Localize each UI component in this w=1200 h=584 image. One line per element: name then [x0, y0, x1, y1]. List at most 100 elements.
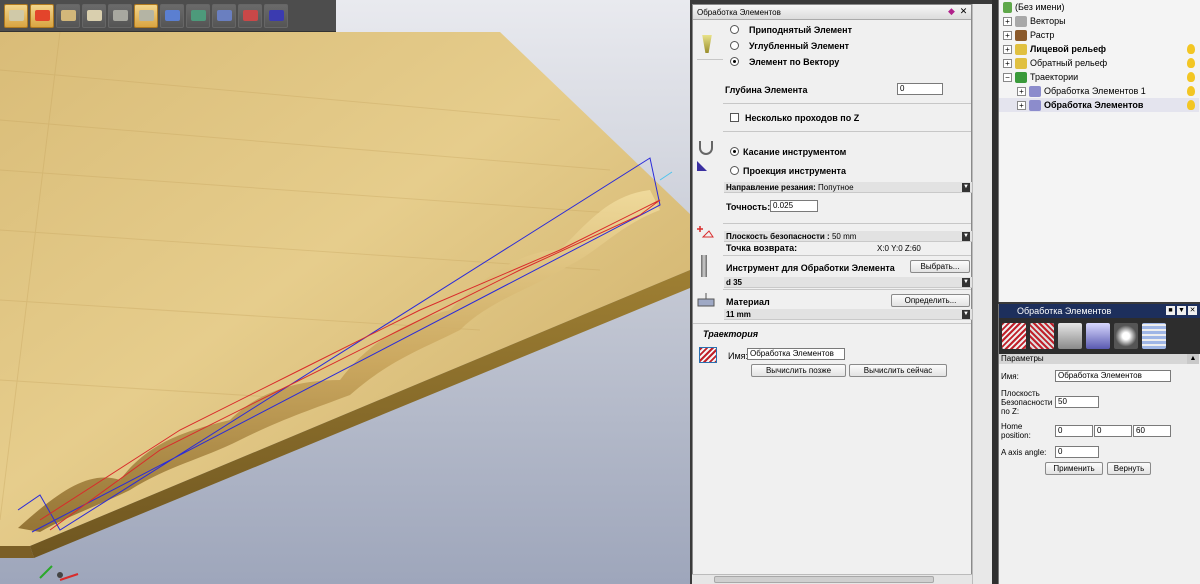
tree-item-label: Обработка Элементов 1 [1044, 86, 1146, 96]
safe-z-label-2: Безопасности [1001, 398, 1053, 407]
paint-brush-icon [164, 10, 180, 21]
define-material-button[interactable]: Определить... [891, 294, 970, 307]
rotary-icon[interactable] [1114, 323, 1138, 349]
machine-relief-icon[interactable] [1142, 323, 1166, 349]
select-tool-button[interactable]: Выбрать... [910, 260, 970, 273]
shaded-view-button[interactable] [212, 3, 236, 28]
calculate-later-button[interactable]: Вычислить позже [751, 364, 846, 377]
radio-raised[interactable] [730, 25, 739, 36]
color-view-button[interactable] [238, 3, 262, 28]
front-relief-icon [1015, 43, 1027, 55]
tool-projection-icon [697, 161, 707, 171]
apply-button[interactable]: Применить [1045, 462, 1103, 475]
bevel-button[interactable] [82, 3, 106, 28]
raster-icon [1015, 29, 1027, 41]
material-dropdown[interactable]: 11 mm ▼ [724, 309, 972, 320]
visibility-bulb-icon[interactable] [1187, 100, 1195, 110]
axis-angle-input[interactable]: 0 [1055, 446, 1099, 458]
chevron-up-icon[interactable]: ▲ [1187, 354, 1199, 364]
render-view-button[interactable] [264, 3, 288, 28]
safe-z-dropdown[interactable]: Плоскость безопасности : 50 mm ▼ [724, 231, 972, 242]
shaded-view-icon [216, 10, 232, 21]
cut-direction-dropdown[interactable]: Направление резания: Попутное ▼ [724, 182, 972, 193]
calculate-now-button[interactable]: Вычислить сейчас [849, 364, 947, 377]
transform-tool-button[interactable] [4, 3, 28, 28]
3d-viewport[interactable] [0, 0, 690, 584]
toolpath-name-input[interactable]: Обработка Элементов [747, 348, 845, 360]
params-safe-z-input[interactable]: 50 [1055, 396, 1099, 408]
home-y-input[interactable]: 0 [1094, 425, 1132, 437]
tree-item[interactable]: + Лицевой рельеф [999, 42, 1199, 56]
feature-machining-icon [138, 10, 154, 21]
tree-item-label: Обработка Элементов [1044, 100, 1144, 110]
radio-tool-projection[interactable] [730, 166, 739, 177]
engraving-icon[interactable] [1086, 323, 1110, 349]
pin-icon[interactable]: ◆ [947, 7, 956, 16]
minimize-icon[interactable]: ▼ [1177, 306, 1186, 315]
home-label-1: Home [1001, 422, 1023, 431]
tree-item[interactable]: + Обратный рельеф [999, 56, 1199, 70]
feature-machining-button[interactable] [134, 3, 158, 28]
expand-icon[interactable]: + [1003, 58, 1012, 68]
profile-toolpath-icon[interactable] [1002, 323, 1026, 349]
home-label-2: position: [1001, 431, 1031, 440]
visibility-bulb-icon[interactable] [1187, 58, 1195, 68]
model-icon [1003, 1, 1012, 13]
tree-item[interactable]: + Обработка Элементов [999, 98, 1199, 112]
tree-root[interactable]: (Без имени) [999, 0, 1200, 14]
block-relief-icon [60, 10, 76, 21]
collapse-icon[interactable]: − [1003, 72, 1012, 82]
paint-brush-button[interactable] [160, 3, 184, 28]
params-name-input[interactable]: Обработка Элементов [1055, 370, 1171, 382]
expand-icon[interactable]: + [1017, 86, 1026, 96]
home-z-input[interactable]: 60 [1133, 425, 1171, 437]
radio-tool-contact[interactable] [730, 147, 739, 158]
expand-icon[interactable]: + [1003, 30, 1012, 40]
expand-icon[interactable]: + [1003, 16, 1012, 26]
area-clearance-icon[interactable] [1030, 323, 1054, 349]
expand-icon[interactable]: + [1017, 100, 1026, 110]
feature-machining-panel: Обработка Элементов ◆ ✕ Приподнятый Элем… [692, 4, 972, 584]
tree-item-label: Векторы [1030, 16, 1066, 26]
tool-contact-label: Касание инструментом [743, 147, 847, 157]
close-icon[interactable]: ✕ [959, 7, 968, 16]
panel-title: Обработка Элементов [693, 5, 971, 20]
scrollbar-thumb[interactable] [714, 576, 934, 583]
panel-vertical-scrollbar[interactable] [972, 4, 992, 584]
home-x-input[interactable]: 0 [1055, 425, 1093, 437]
visibility-bulb-icon[interactable] [1187, 44, 1195, 54]
depth-input[interactable]: 0 [897, 83, 943, 95]
tree-item-label: Растр [1030, 30, 1055, 40]
radio-sunken[interactable] [730, 41, 739, 52]
drilling-icon[interactable] [1058, 323, 1082, 349]
panel-horizontal-scrollbar[interactable] [692, 574, 972, 584]
transform-tool-icon [8, 10, 24, 21]
tree-item[interactable]: + Обработка Элементов 1 [999, 84, 1199, 98]
raised-label: Приподнятый Элемент [749, 25, 853, 35]
visibility-bulb-icon[interactable] [1187, 72, 1195, 82]
radio-along-vector[interactable] [730, 57, 739, 68]
tree-item[interactable]: + Векторы [999, 14, 1200, 28]
tolerance-input[interactable]: 0.025 [770, 200, 818, 212]
panel-title-icons: ◆ ✕ [947, 7, 968, 16]
axis-tool-button[interactable] [30, 3, 54, 28]
tree-item[interactable]: + Растр [999, 28, 1200, 42]
trajectory-section-title: Траектория [703, 329, 759, 339]
wood-board-top [0, 32, 690, 546]
render-view-icon [268, 10, 284, 21]
visibility-bulb-icon[interactable] [1187, 86, 1195, 96]
color-view-icon [242, 10, 258, 21]
tool-dropdown[interactable]: d 35 ▼ [724, 277, 972, 288]
close-icon[interactable]: ✕ [1188, 306, 1197, 315]
block-relief-button[interactable] [56, 3, 80, 28]
revert-button[interactable]: Вернуть [1107, 462, 1151, 475]
paint-fill-button[interactable] [186, 3, 210, 28]
multi-pass-checkbox[interactable] [730, 113, 739, 122]
toolpath-icon [1029, 99, 1041, 111]
safe-z-value: 50 mm [831, 232, 857, 241]
safe-z-icon [695, 225, 715, 239]
flat-area-button[interactable] [108, 3, 132, 28]
pin-icon[interactable]: ■ [1166, 306, 1175, 315]
tree-item[interactable]: − Траектории [999, 70, 1199, 84]
expand-icon[interactable]: + [1003, 44, 1012, 54]
